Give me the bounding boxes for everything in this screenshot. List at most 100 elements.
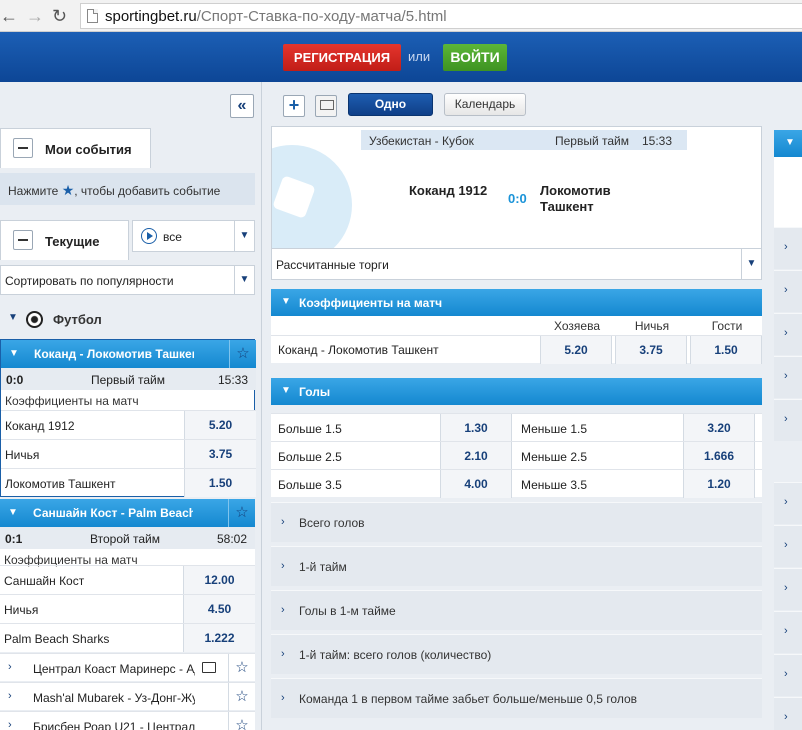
odds-row: Коканд 1912 5.20: [1, 410, 256, 439]
match-list-item[interactable]: › Централ Коаст Маринерс - Аделаида ☆: [0, 653, 255, 682]
browser-toolbar: ← → ↻ sportingbet.ru/Спорт-Ставка-по-ход…: [0, 0, 802, 32]
right-list-item[interactable]: ›: [774, 611, 802, 653]
chevron-right-icon: ›: [281, 692, 285, 704]
goals-row: Больше 3.5 4.00 Меньше 3.5 1.20: [271, 469, 762, 498]
chevron-down-icon: ▼: [8, 507, 18, 518]
forward-icon[interactable]: →: [26, 6, 44, 26]
sport-label: Футбол: [53, 312, 102, 327]
match-score: 0:1: [5, 532, 23, 546]
current-events-tab[interactable]: Текущие: [0, 220, 129, 260]
layout-icon[interactable]: [315, 95, 337, 117]
star-icon[interactable]: ☆: [228, 654, 255, 682]
right-list-item[interactable]: ›: [774, 356, 802, 398]
right-list-item[interactable]: ›: [774, 399, 802, 441]
match-time: 58:02: [216, 532, 247, 546]
chevron-down-icon[interactable]: ▼: [741, 249, 761, 279]
play-icon: [141, 228, 157, 244]
address-bar[interactable]: sportingbet.ru/Спорт-Ставка-по-ходу-матч…: [80, 3, 802, 29]
market-row[interactable]: › Всего голов: [271, 502, 762, 542]
star-icon[interactable]: ☆: [228, 712, 255, 730]
collapse-sidebar-button[interactable]: «: [230, 94, 254, 118]
right-list-item[interactable]: ›: [774, 697, 802, 730]
back-icon[interactable]: ←: [0, 6, 18, 26]
filter-select[interactable]: все ▼: [132, 220, 255, 252]
current-label: Текущие: [45, 234, 100, 249]
tv-icon: [202, 662, 216, 673]
sort-value: Сортировать по популярности: [5, 274, 174, 288]
odds-button[interactable]: 3.75: [184, 440, 256, 468]
my-events-tab[interactable]: Мои события: [0, 128, 151, 168]
match-header[interactable]: ▼ Саншайн Кост - Palm Beach Sharks ☆: [0, 499, 255, 527]
minus-icon[interactable]: [13, 138, 33, 158]
match-name: Коканд - Локомотив Ташкент: [278, 343, 439, 357]
odds-column-headers: Хозяева Ничья Гости: [271, 316, 762, 335]
chevron-down-icon[interactable]: ▼: [234, 221, 254, 251]
right-list-item[interactable]: ›: [774, 525, 802, 567]
sport-football-row[interactable]: ▼ Футбол: [0, 304, 255, 334]
match-list-item[interactable]: › Mash'al Mubarek - Уз-Донг-Жу ☆: [0, 682, 255, 711]
right-list-item[interactable]: ›: [774, 270, 802, 312]
right-list-item[interactable]: ›: [774, 227, 802, 269]
football-watermark-icon: [272, 145, 352, 249]
match-name: Брисбен Роар U21 - Централ: [33, 720, 195, 730]
match-list-item[interactable]: › Брисбен Роар U21 - Централ ☆: [0, 711, 255, 730]
right-panel-content: [774, 157, 802, 227]
minus-icon[interactable]: [13, 230, 33, 250]
tab-calendar[interactable]: Календарь: [444, 93, 526, 116]
odds-button-over[interactable]: 2.10: [440, 442, 512, 470]
odds-button-over[interactable]: 4.00: [440, 470, 512, 498]
odds-button-draw[interactable]: 3.75: [615, 336, 687, 364]
odds-button[interactable]: 1.50: [184, 469, 256, 497]
market-row[interactable]: › Голы в 1-м тайме: [271, 590, 762, 630]
odds-button-over[interactable]: 1.30: [440, 414, 512, 442]
goals-section-header[interactable]: ▼ Голы: [271, 378, 762, 405]
markets-value: Рассчитанные торги: [276, 258, 389, 272]
match-header[interactable]: ▼ Коканд - Локомотив Ташкент ☆: [1, 340, 256, 368]
odds-button-away[interactable]: 1.50: [690, 336, 762, 364]
odds-button[interactable]: 12.00: [183, 566, 255, 594]
column-home: Хозяева: [554, 319, 600, 333]
odds-row: Ничья 4.50: [0, 594, 255, 623]
right-list-item[interactable]: ›: [774, 482, 802, 524]
reload-icon[interactable]: ↻: [52, 6, 67, 26]
star-icon[interactable]: ☆: [228, 499, 255, 527]
selection-name: Palm Beach Sharks: [4, 632, 110, 646]
section-title: Коэффициенты на матч: [299, 296, 443, 310]
odds-button-under[interactable]: 3.20: [683, 414, 755, 442]
odds-button-under[interactable]: 1.20: [683, 470, 755, 498]
market-row[interactable]: › 1-й тайм: [271, 546, 762, 586]
market-title: Голы в 1-м тайме: [299, 604, 396, 618]
odds-button-under[interactable]: 1.666: [683, 442, 755, 470]
login-button[interactable]: ВОЙТИ: [443, 44, 507, 71]
hint-text: Нажмите ★, чтобы добавить событие: [8, 182, 221, 198]
chevron-down-icon[interactable]: ▼: [234, 266, 254, 294]
selection-name: Ничья: [5, 448, 40, 462]
right-list-item[interactable]: ›: [774, 568, 802, 610]
right-list-item[interactable]: ›: [774, 313, 802, 355]
url-text: sportingbet.ru/Спорт-Ставка-по-ходу-матч…: [105, 8, 447, 25]
markets-select[interactable]: Рассчитанные торги ▼: [271, 248, 762, 280]
match-odds-row: Коканд - Локомотив Ташкент 5.20 3.75 1.5…: [271, 335, 762, 364]
tab-single[interactable]: Одно: [348, 93, 433, 116]
add-button[interactable]: +: [283, 95, 305, 117]
sort-select[interactable]: Сортировать по популярности ▼: [0, 265, 255, 295]
market-row[interactable]: › 1-й тайм: всего голов (количество): [271, 634, 762, 674]
odds-button-home[interactable]: 5.20: [540, 336, 612, 364]
match-title: Саншайн Кост - Palm Beach Sharks: [33, 506, 193, 520]
register-button[interactable]: РЕГИСТРАЦИЯ: [283, 44, 401, 71]
right-list-item[interactable]: ›: [774, 654, 802, 696]
chevron-down-icon: ▼: [281, 385, 291, 396]
star-icon[interactable]: ☆: [228, 683, 255, 711]
star-icon[interactable]: ☆: [229, 340, 256, 368]
goals-row: Больше 1.5 1.30 Меньше 1.5 3.20: [271, 413, 762, 442]
chevron-down-icon: ▼: [9, 348, 19, 359]
right-section-header[interactable]: ▼: [774, 130, 802, 157]
odds-button[interactable]: 4.50: [183, 595, 255, 623]
market-row[interactable]: › Команда 1 в первом тайме забьет больше…: [271, 678, 762, 718]
match-odds-section-header[interactable]: ▼ Коэффициенты на матч: [271, 289, 762, 316]
odds-button[interactable]: 5.20: [184, 411, 256, 439]
odds-row: Ничья 3.75: [1, 439, 256, 468]
live-match-card: ▼ Саншайн Кост - Palm Beach Sharks ☆ 0:1…: [0, 499, 255, 652]
match-score: 0:0: [6, 373, 24, 387]
odds-button[interactable]: 1.222: [183, 624, 255, 652]
